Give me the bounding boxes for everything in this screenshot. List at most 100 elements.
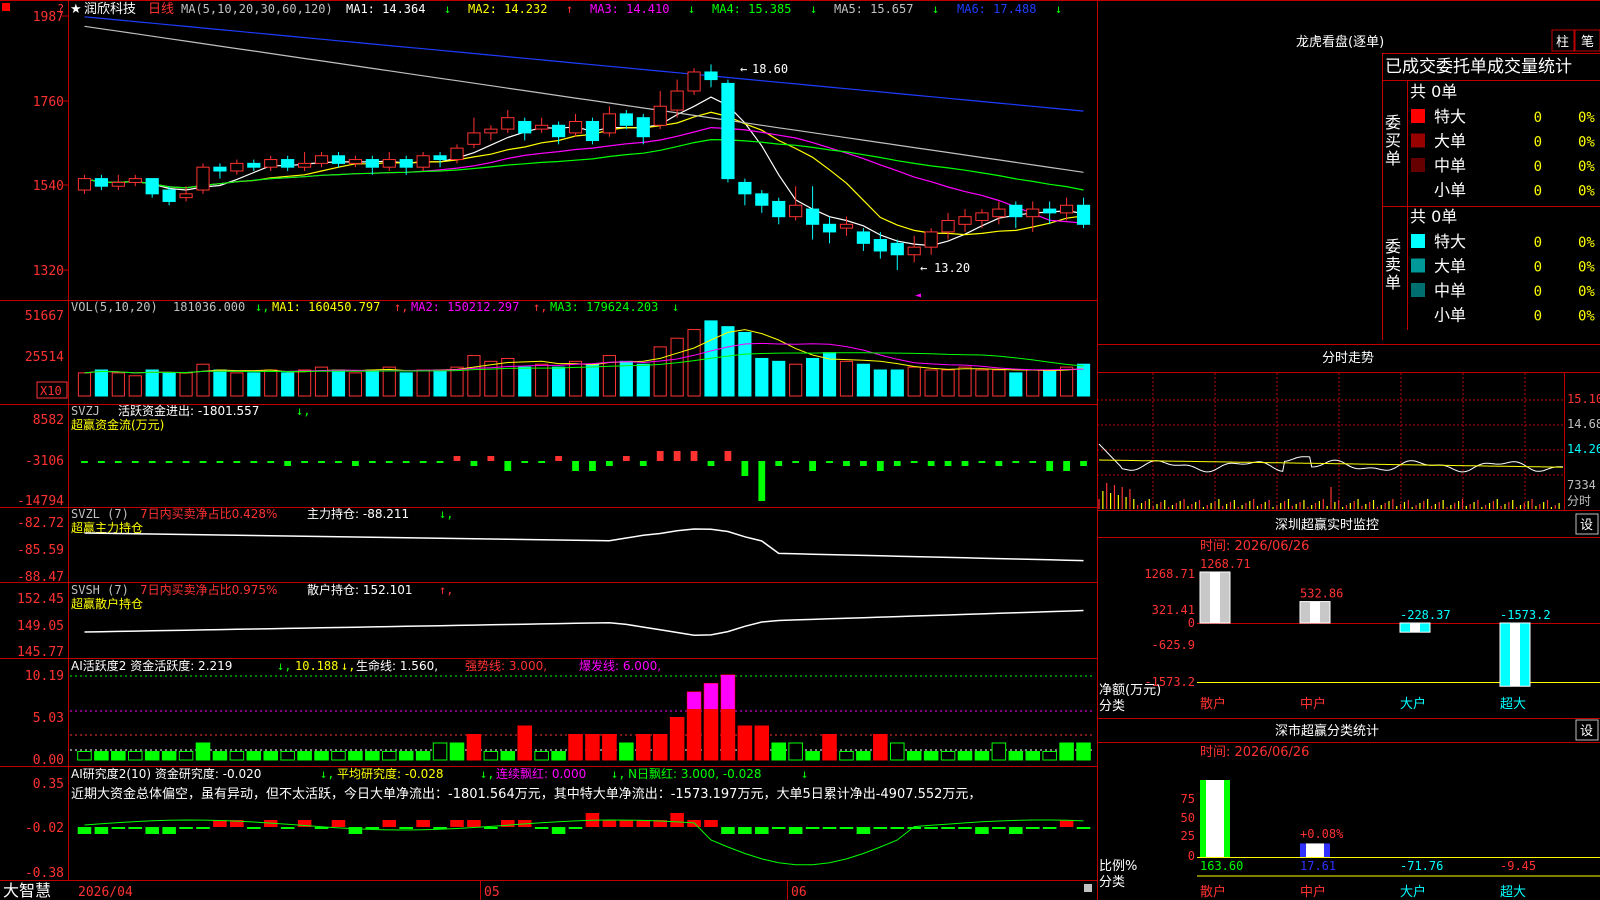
candle-body [1060, 204, 1074, 214]
volume-bar [941, 369, 955, 397]
candle-body [619, 113, 633, 126]
btn-zhu[interactable]: 柱 [1556, 35, 1569, 50]
period-label[interactable]: 日线 [148, 2, 174, 17]
ai1-bar [365, 751, 380, 761]
volume-bar [670, 337, 684, 397]
candle-body [1026, 208, 1040, 218]
svzj-bar [724, 451, 732, 461]
candle-body [416, 155, 430, 168]
sz-class-axis-3: 0 [1188, 849, 1195, 863]
svsh-line [84, 609, 1084, 636]
ai1-axis: 10.19 5.03 0.00 [25, 669, 64, 768]
sz-monitor-value: -228.37 [1400, 608, 1451, 622]
sz-class-category: 散户 [1200, 884, 1226, 900]
vol-axis-mid: 25514 [25, 350, 64, 365]
sz-monitor-settings[interactable]: 设 [1580, 518, 1593, 533]
ai1-bar-top [721, 675, 735, 709]
vol-unit: X10 [40, 384, 62, 398]
candle-body [636, 117, 650, 138]
cursor-marker-icon: ◄ [915, 290, 921, 301]
sz-monitor-title: 深圳超赢实时监控 [1275, 517, 1379, 533]
sz-monitor-axis-2: 0 [1188, 616, 1195, 630]
ai2-bar [670, 813, 684, 827]
svzj-bar [385, 461, 393, 463]
volume-bar [975, 369, 989, 397]
ai1-v2: 10.188 [295, 659, 338, 673]
candle-body [281, 159, 295, 168]
candle-body [992, 208, 1006, 218]
sz-monitor-xlabel: 分类 [1099, 699, 1125, 714]
svzj-bar [826, 461, 833, 463]
row-pct: 0% [1578, 184, 1595, 200]
row-pct: 0% [1578, 309, 1595, 325]
side-label-char: 单 [1385, 273, 1401, 292]
ma-legend-item: MA6: 17.488 [957, 2, 1036, 16]
svzj-arrow: ↓, [296, 404, 310, 418]
volume-bar [568, 360, 583, 397]
candle-body [704, 71, 718, 81]
candle-body [721, 82, 735, 180]
svzj-axis: 8582 -3106 -14794 [17, 413, 64, 509]
right-panel: 龙虎看盘(逐单) 柱 笔 已成交委托单成交量统计 委买单 委卖单 共 0单 共 … [1097, 29, 1600, 900]
candle-body [314, 155, 329, 164]
volume-bar [619, 360, 633, 397]
ai1-bar [77, 751, 92, 761]
row-color-swatch [1411, 133, 1425, 148]
ai2-bar [738, 827, 752, 834]
moving-average-lines [84, 16, 1084, 247]
buy-side-label: 委买单 [1385, 113, 1401, 168]
ai2-bar [484, 827, 498, 829]
candle-body [196, 166, 210, 191]
row-color-swatch [1411, 234, 1425, 248]
candle-body [331, 155, 346, 164]
svzj-bar [114, 461, 122, 463]
low-annotation: 13.20 [934, 261, 970, 275]
volume-bar [992, 369, 1006, 397]
sz-class-settings[interactable]: 设 [1580, 724, 1593, 739]
price-annotations: ← 18.60 ← 13.20 ◄ [740, 62, 970, 301]
sz-class-value: -71.76 [1400, 859, 1443, 873]
ai2-bar [771, 827, 786, 829]
ai1-bar [635, 734, 651, 761]
candle-body [348, 159, 362, 164]
ai2-bar [77, 827, 92, 834]
ai1-bar [212, 751, 228, 761]
row-pct: 0% [1578, 284, 1595, 300]
ai2-bar [111, 827, 126, 829]
sz-class-bars: 163.60 散户 17.61 中户 -71.76 大户 -9.45 超大 [1197, 780, 1600, 900]
low-annotation-arrow: ← [920, 261, 927, 275]
svzj-bar [622, 456, 630, 461]
chart-header: ? ★ 润欣科技 日线 MA(5,10,20,30,60,120) MA1: 1… [2, 2, 1062, 17]
ai1-bar [923, 751, 939, 761]
svzj-bar [1080, 461, 1087, 466]
ai1-bar [889, 742, 905, 761]
menu-icon[interactable] [2, 3, 10, 11]
ai1-bar [974, 751, 990, 761]
svzj-bar [453, 456, 461, 461]
sell-rows: 特大 0 0% 大单 0 0% 中单 0 0% 小单 0 0% [1411, 232, 1595, 325]
candle-body [264, 159, 278, 168]
ai2-v4: N日飘红: 3.000, -0.028 [628, 766, 762, 781]
ai2-bar [890, 827, 905, 829]
sz-monitor-category: 超大 [1500, 697, 1526, 712]
svsh-axis-bottom: 145.77 [17, 645, 64, 660]
volume-bar [145, 369, 159, 397]
volume-bar [416, 369, 430, 397]
volume-bar [399, 372, 413, 397]
ai2-bar [467, 820, 481, 827]
svzj-bar [690, 451, 698, 461]
ai2-bar [924, 827, 938, 829]
volume-bar [484, 360, 498, 397]
sz-monitor-value: 1268.71 [1200, 557, 1251, 571]
star-icon: ★ [70, 2, 82, 17]
volume-bar [1060, 366, 1074, 397]
ai1-bar [551, 751, 566, 761]
sz-monitor-category: 散户 [1200, 696, 1226, 712]
lock-icon[interactable] [1084, 884, 1092, 892]
ma-line [84, 111, 1084, 236]
stock-name[interactable]: 润欣科技 [84, 2, 136, 17]
volume-bar [890, 369, 904, 397]
row-count: 0 [1534, 135, 1542, 151]
btn-bi[interactable]: 笔 [1581, 34, 1594, 50]
candle-body [94, 178, 108, 187]
